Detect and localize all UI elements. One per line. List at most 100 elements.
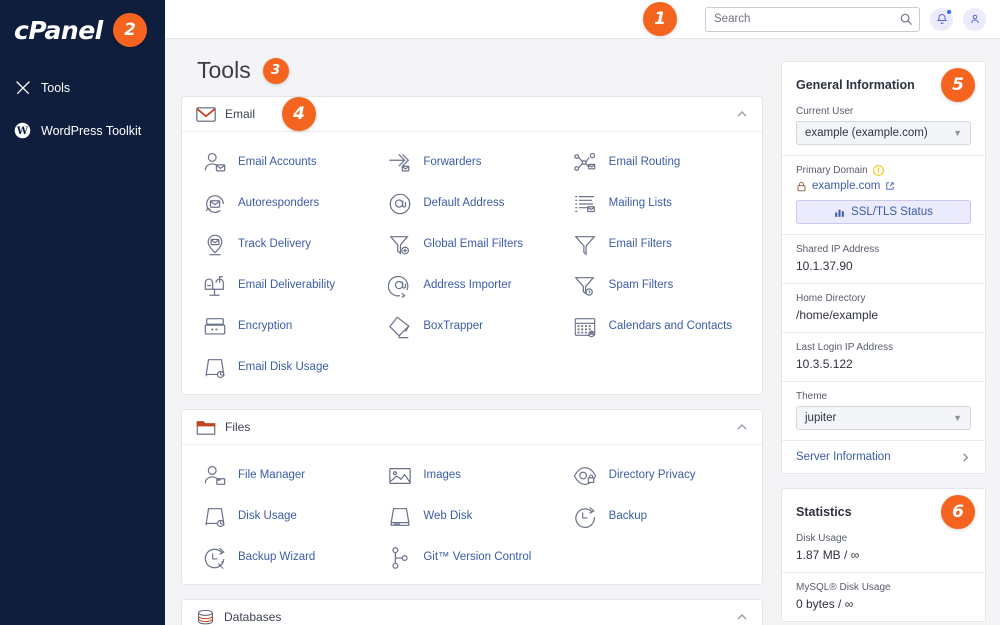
bell-icon xyxy=(936,14,947,24)
tool-label: Directory Privacy xyxy=(608,468,696,481)
panel-header: Statistics 6 xyxy=(782,489,985,533)
tool-mailing-lists[interactable]: Mailing Lists xyxy=(567,187,748,220)
primary-domain-value: example.com xyxy=(812,180,881,192)
tool-address-importer[interactable]: Address Importer xyxy=(381,269,562,302)
content-area: Tools 3 Email 4 Email Accounts Forwarder… xyxy=(165,39,1000,625)
directory-privacy-icon xyxy=(573,463,598,488)
email-deliverability-icon xyxy=(202,273,227,298)
primary-domain-link[interactable]: example.com xyxy=(796,180,971,192)
tool-encryption[interactable]: Encryption xyxy=(196,310,377,343)
section-body-email: Email Accounts Forwarders Email Routing … xyxy=(182,132,762,394)
chevron-up-icon[interactable] xyxy=(736,421,748,433)
tool-file-manager[interactable]: File Manager xyxy=(196,459,377,492)
primary-domain-label-wrap: Primary Domain xyxy=(796,165,971,176)
search-container xyxy=(705,6,920,32)
email-filters-icon xyxy=(573,232,598,257)
section-header-email[interactable]: Email 4 xyxy=(182,97,762,132)
tool-backup-wizard[interactable]: Backup Wizard xyxy=(196,541,377,574)
sidebar-item-wordpress-toolkit[interactable]: W WordPress Toolkit xyxy=(0,114,165,147)
email-routing-icon xyxy=(573,150,598,175)
current-user-value: example (example.com) xyxy=(805,127,928,139)
row-theme: Theme jupiter ▼ xyxy=(782,381,985,440)
section-card-files: Files File Manager Images Directory Priv… xyxy=(181,409,763,585)
tool-global-email-filters[interactable]: Global Email Filters xyxy=(381,228,562,261)
tool-label: Address Importer xyxy=(423,278,512,291)
warning-icon[interactable] xyxy=(872,165,884,176)
disk-usage-icon xyxy=(202,504,227,529)
tool-label: Spam Filters xyxy=(608,278,674,291)
account-button[interactable] xyxy=(963,7,986,31)
mysql-disk-usage-label: MySQL® Disk Usage xyxy=(796,582,891,593)
email-accounts-icon xyxy=(202,150,227,175)
current-user-label: Current User xyxy=(796,106,854,117)
panel-general-information: General Information 5 Current User examp… xyxy=(781,61,986,474)
tool-backup[interactable]: Backup xyxy=(567,500,748,533)
panel-statistics: Statistics 6 Disk Usage 1.87 MB / ∞ MySQ… xyxy=(781,488,986,622)
tool-calendars-and-contacts[interactable]: Calendars and Contacts xyxy=(567,310,748,343)
tool-email-routing[interactable]: Email Routing xyxy=(567,146,748,179)
tool-label: Default Address xyxy=(423,196,505,209)
tool-web-disk[interactable]: Web Disk xyxy=(381,500,562,533)
tool-email-filters[interactable]: Email Filters xyxy=(567,228,748,261)
tool-label: BoxTrapper xyxy=(423,319,483,332)
backup-icon xyxy=(573,504,598,529)
ssl-tls-status-label: SSL/TLS Status xyxy=(851,206,933,218)
tool-default-address[interactable]: Default Address xyxy=(381,187,562,220)
section-header-databases[interactable]: Databases xyxy=(182,600,762,625)
section-card-email: Email 4 Email Accounts Forwarders Email … xyxy=(181,96,763,395)
tool-directory-privacy[interactable]: Directory Privacy xyxy=(567,459,748,492)
section-header-files[interactable]: Files xyxy=(182,410,762,445)
sidebar-item-tools[interactable]: Tools xyxy=(0,71,165,104)
tools-grid-email: Email Accounts Forwarders Email Routing … xyxy=(196,146,748,384)
current-user-select[interactable]: example (example.com) ▼ xyxy=(796,121,971,145)
user-icon xyxy=(970,14,979,24)
sidebar-nav: Tools W WordPress Toolkit xyxy=(0,71,165,147)
ssl-tls-status-button[interactable]: SSL/TLS Status xyxy=(796,200,971,224)
tool-boxtrapper[interactable]: BoxTrapper xyxy=(381,310,562,343)
step-badge-1: 1 xyxy=(643,2,677,36)
notifications-button[interactable] xyxy=(930,7,953,31)
panel-title: Statistics xyxy=(796,505,852,519)
notification-dot-badge xyxy=(946,8,952,15)
tool-forwarders[interactable]: Forwarders xyxy=(381,146,562,179)
theme-select[interactable]: jupiter ▼ xyxy=(796,406,971,430)
tool-track-delivery[interactable]: Track Delivery xyxy=(196,228,377,261)
tool-spam-filters[interactable]: Spam Filters xyxy=(567,269,748,302)
tools-icon xyxy=(14,79,31,96)
mailing-lists-icon xyxy=(573,191,598,216)
tool-email-disk-usage[interactable]: Email Disk Usage xyxy=(196,351,377,384)
calendars-contacts-icon xyxy=(573,314,598,339)
disk-usage-value: 1.87 MB / ∞ xyxy=(796,548,860,562)
last-login-label: Last Login IP Address xyxy=(796,342,894,353)
chevron-up-icon[interactable] xyxy=(736,108,748,120)
tool-images[interactable]: Images xyxy=(381,459,562,492)
row-shared-ip: Shared IP Address 10.1.37.90 xyxy=(782,234,985,283)
tool-label: Autoresponders xyxy=(238,196,320,209)
email-disk-usage-icon xyxy=(202,355,227,380)
step-badge-5: 5 xyxy=(941,68,975,102)
tool-autoresponders[interactable]: Autoresponders xyxy=(196,187,377,220)
wordpress-icon: W xyxy=(14,122,31,139)
tool-label: File Manager xyxy=(238,468,306,481)
tool-label: Web Disk xyxy=(423,509,473,522)
tool-git-version-control[interactable]: Git™ Version Control xyxy=(381,541,562,574)
search-input[interactable] xyxy=(705,6,920,32)
tool-label: Images xyxy=(423,468,462,481)
tool-email-deliverability[interactable]: Email Deliverability xyxy=(196,269,377,302)
chevron-up-icon[interactable] xyxy=(736,611,748,623)
server-information-link[interactable]: Server Information xyxy=(782,440,985,473)
step-badge-4: 4 xyxy=(282,97,317,131)
address-importer-icon xyxy=(387,273,412,298)
tool-label: Disk Usage xyxy=(238,509,297,522)
spam-filters-icon xyxy=(573,273,598,298)
cpanel-logo-text: cPanel xyxy=(14,16,103,45)
section-body-files: File Manager Images Directory Privacy Di… xyxy=(182,445,762,584)
tool-disk-usage[interactable]: Disk Usage xyxy=(196,500,377,533)
web-disk-icon xyxy=(387,504,412,529)
theme-label: Theme xyxy=(796,391,828,402)
tool-label: Mailing Lists xyxy=(608,196,672,209)
primary-domain-label: Primary Domain xyxy=(796,165,868,176)
tools-column: Tools 3 Email 4 Email Accounts Forwarder… xyxy=(181,39,763,625)
tool-email-accounts[interactable]: Email Accounts xyxy=(196,146,377,179)
row-current-user: Current User example (example.com) ▼ xyxy=(782,106,985,155)
